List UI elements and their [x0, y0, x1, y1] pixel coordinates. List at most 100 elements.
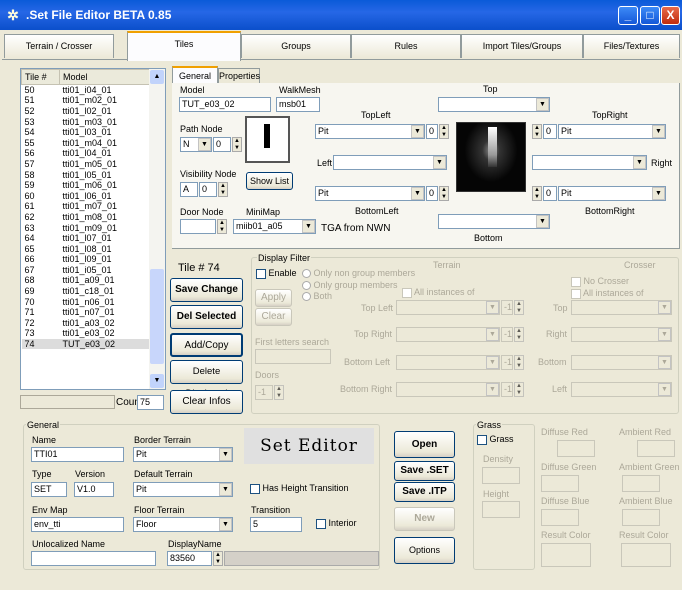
filter-bottom-select[interactable]: ▼	[571, 355, 672, 370]
pathnode-spinner[interactable]: ▲ ▼	[232, 137, 242, 152]
close-button[interactable]: X	[661, 6, 680, 25]
displayname-spinner[interactable]: ▲ ▼	[213, 551, 223, 566]
save-set-button[interactable]: Save .SET	[394, 461, 455, 481]
bottomright-select[interactable]: Pit ▼	[558, 186, 666, 201]
ambient-red-field[interactable]	[637, 440, 675, 457]
visnode-spinner[interactable]: ▲ ▼	[218, 182, 228, 197]
topright-spinner[interactable]: ▲ ▼	[532, 124, 542, 139]
topright-num[interactable]: 0	[543, 124, 557, 139]
dropdown-arrow-icon[interactable]: ▼	[486, 383, 499, 396]
dropdown-arrow-icon[interactable]: ▼	[536, 215, 549, 228]
unlocalized-name-field[interactable]	[31, 551, 156, 566]
table-row[interactable]: 57 tti01_m05_01	[22, 159, 153, 170]
dropdown-arrow-icon[interactable]: ▼	[198, 138, 211, 151]
tab-rules[interactable]: Rules	[351, 34, 461, 58]
dropdown-arrow-icon[interactable]: ▼	[652, 125, 665, 138]
show-list-button[interactable]: Show List	[246, 172, 293, 190]
version-field[interactable]: V1.0	[74, 482, 114, 497]
interior-checkbox[interactable]: Interior	[316, 518, 357, 529]
left-select[interactable]: ▼	[333, 155, 447, 170]
table-row[interactable]: 53 tti01_m03_01	[22, 116, 153, 127]
table-row[interactable]: 58 tti01_l05_01	[22, 169, 153, 180]
filter-bottomleft-num[interactable]: -1	[501, 355, 513, 370]
dropdown-arrow-icon[interactable]: ▼	[486, 328, 499, 341]
grass-checkbox[interactable]: Grass	[477, 434, 514, 445]
bottom-select[interactable]: ▼	[438, 214, 550, 229]
name-field[interactable]: TTI01	[31, 447, 124, 462]
filter-bottomright-spinner[interactable]: ▲ ▼	[514, 382, 524, 397]
bottomleft-select[interactable]: Pit ▼	[315, 186, 425, 201]
filter-bottomleft-spinner[interactable]: ▲ ▼	[514, 355, 524, 370]
type-field[interactable]: SET	[31, 482, 67, 497]
subtab-properties[interactable]: Properties	[218, 68, 260, 83]
radio-group[interactable]: Only group members	[302, 280, 398, 291]
table-row[interactable]: 54 tti01_l03_01	[22, 127, 153, 138]
list-scrollbar[interactable]: ▲ ▼	[149, 69, 165, 389]
envmap-field[interactable]: env_tti	[31, 517, 124, 532]
visnode-num[interactable]: 0	[199, 182, 217, 197]
col-tile-number[interactable]: Tile #	[21, 69, 60, 85]
table-row[interactable]: 52 tti01_l02_01	[22, 106, 153, 117]
tile-list[interactable]: Tile # Model 50 tti01_i04_01 51 tti01_m02_0…	[20, 68, 166, 390]
table-row[interactable]: 64 tti01_l07_01	[22, 233, 153, 244]
checkbox-icon[interactable]	[316, 518, 326, 529]
filter-right-select[interactable]: ▼	[571, 327, 672, 342]
table-row[interactable]: 51 tti01_m02_01	[22, 95, 153, 106]
topleft-num[interactable]: 0	[426, 124, 438, 139]
dropdown-arrow-icon[interactable]: ▼	[433, 156, 446, 169]
dropdown-arrow-icon[interactable]: ▼	[219, 483, 232, 496]
all-instances-terrain[interactable]: All instances of	[402, 287, 475, 298]
height-field[interactable]	[482, 501, 520, 518]
table-row[interactable]: 50 tti01_i04_01	[22, 85, 153, 96]
dropdown-arrow-icon[interactable]: ▼	[658, 328, 671, 341]
apply-button[interactable]: Apply	[255, 289, 292, 307]
diffuse-red-field[interactable]	[557, 440, 595, 457]
filter-topright-select[interactable]: ▼	[396, 327, 500, 342]
tab-terrain-crosser[interactable]: Terrain / Crosser	[4, 34, 114, 58]
table-row[interactable]: 70 tti01_n06_01	[22, 296, 153, 307]
scroll-down-icon[interactable]: ▼	[150, 374, 164, 388]
diffuse-blue-field[interactable]	[541, 509, 579, 526]
dropdown-arrow-icon[interactable]: ▼	[486, 301, 499, 314]
dropdown-arrow-icon[interactable]: ▼	[411, 125, 424, 138]
bottomleft-num[interactable]: 0	[426, 186, 438, 201]
table-row[interactable]: 60 tti01_l06_01	[22, 190, 153, 201]
ambient-green-field[interactable]	[622, 475, 660, 492]
filter-top-select[interactable]: ▼	[571, 300, 672, 315]
open-button[interactable]: Open	[394, 431, 455, 458]
scroll-up-icon[interactable]: ▲	[150, 70, 164, 84]
enable-checkbox[interactable]: Enable	[256, 268, 297, 279]
bottomleft-spinner[interactable]: ▲ ▼	[439, 186, 449, 201]
dropdown-arrow-icon[interactable]: ▼	[658, 356, 671, 369]
checkbox-icon[interactable]	[571, 276, 581, 287]
scroll-thumb[interactable]	[150, 269, 164, 364]
walkmesh-field[interactable]: msb01	[276, 97, 320, 112]
table-row[interactable]: 73 tti01_e03_02	[22, 328, 153, 339]
radio-icon[interactable]	[302, 292, 311, 302]
diffuse-green-field[interactable]	[541, 475, 579, 492]
subtab-general[interactable]: General	[172, 66, 218, 83]
col-model[interactable]: Model	[59, 69, 153, 85]
density-field[interactable]	[482, 467, 520, 484]
all-instances-crosser[interactable]: All instances of	[571, 288, 644, 299]
height-transition-checkbox[interactable]: Has Height Transition	[250, 483, 349, 494]
doornode-spinner[interactable]: ▲ ▼	[217, 219, 227, 234]
table-row[interactable]: 63 tti01_m09_01	[22, 222, 153, 233]
default-terrain-select[interactable]: Pit ▼	[133, 482, 233, 497]
bottomright-spinner[interactable]: ▲ ▼	[532, 186, 542, 201]
radio-non-group[interactable]: Only non group members	[302, 268, 415, 279]
doors-spinner[interactable]: ▲ ▼	[274, 385, 284, 400]
dropdown-arrow-icon[interactable]: ▼	[658, 301, 671, 314]
right-select[interactable]: ▼	[532, 155, 647, 170]
dropdown-arrow-icon[interactable]: ▼	[219, 448, 232, 461]
options-button[interactable]: Options	[394, 537, 455, 564]
dropdown-arrow-icon[interactable]: ▼	[652, 187, 665, 200]
topright-select[interactable]: Pit ▼	[558, 124, 666, 139]
tab-groups[interactable]: Groups	[241, 34, 351, 58]
dropdown-arrow-icon[interactable]: ▼	[302, 220, 315, 233]
checkbox-icon[interactable]	[250, 483, 260, 494]
floor-terrain-select[interactable]: Floor ▼	[133, 517, 233, 532]
save-change-button[interactable]: Save Change	[170, 278, 243, 302]
dropdown-arrow-icon[interactable]: ▼	[536, 98, 549, 111]
first-letters-field[interactable]	[255, 349, 331, 364]
